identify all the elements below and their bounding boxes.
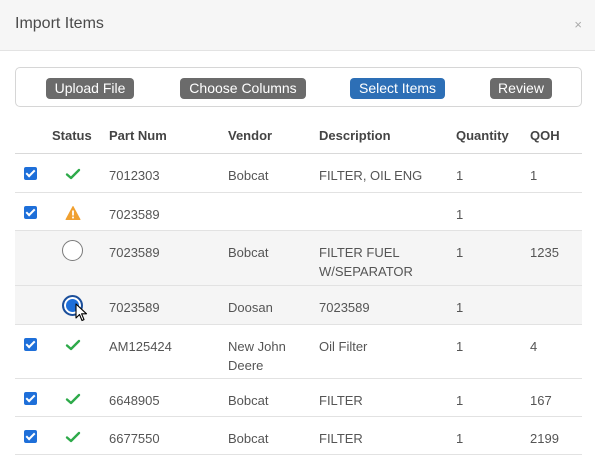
radio-button[interactable] — [62, 240, 83, 261]
description: FILTER, OIL ENG — [319, 168, 423, 183]
vendor: Bobcat — [228, 431, 269, 446]
table-header: Status Part Num Vendor Description Quant… — [15, 118, 582, 154]
quantity: 1 — [456, 300, 464, 315]
qoh: 1 — [530, 168, 538, 183]
header-qoh: QOH — [530, 128, 560, 143]
description: FILTER FUEL W/SEPARATOR — [319, 245, 413, 279]
table-row: 6677550 Bobcat FILTER 1 2199 — [15, 417, 582, 455]
description: FILTER — [319, 393, 363, 408]
table-row: 7023589 Bobcat FILTER FUEL W/SEPARATOR 1… — [15, 231, 582, 286]
vendor: Doosan — [228, 300, 273, 315]
step-upload-file[interactable]: Upload File — [46, 78, 134, 99]
table-row: 7023589 1 — [15, 193, 582, 231]
qoh: 1235 — [530, 245, 559, 260]
step-select-items[interactable]: Select Items — [350, 78, 445, 99]
qoh: 2199 — [530, 431, 559, 446]
check-icon — [65, 168, 81, 180]
table-row: 6648905 Bobcat FILTER 1 167 — [15, 379, 582, 417]
header-status: Status — [52, 128, 92, 143]
step-review[interactable]: Review — [490, 78, 552, 99]
table-row: 7023589 Doosan 7023589 1 — [15, 286, 582, 325]
step-choose-columns[interactable]: Choose Columns — [180, 78, 306, 99]
description: 7023589 — [319, 300, 370, 315]
mouse-cursor-icon — [75, 303, 88, 322]
part-num: AM125424 — [109, 339, 172, 354]
wizard-steps: Upload File Choose Columns Select Items … — [15, 67, 582, 107]
vendor: Bobcat — [228, 393, 269, 408]
qoh: 167 — [530, 393, 552, 408]
header-description: Description — [319, 128, 391, 143]
check-icon — [65, 339, 81, 351]
part-num: 6677550 — [109, 431, 160, 446]
items-table: Status Part Num Vendor Description Quant… — [15, 118, 582, 455]
quantity: 1 — [456, 207, 464, 222]
table-row: 7012303 Bobcat FILTER, OIL ENG 1 1 — [15, 154, 582, 193]
vendor: Bobcat — [228, 168, 269, 183]
description: FILTER — [319, 431, 363, 446]
row-checkbox[interactable] — [24, 392, 37, 405]
header-vendor: Vendor — [228, 128, 273, 143]
row-checkbox[interactable] — [24, 206, 37, 219]
part-num: 7023589 — [109, 207, 160, 222]
modal-header: Import Items × — [0, 0, 595, 51]
qoh: 4 — [530, 339, 538, 354]
part-num: 7023589 — [109, 300, 160, 315]
modal-title: Import Items — [15, 15, 104, 32]
header-quantity: Quantity — [456, 128, 509, 143]
quantity: 1 — [456, 168, 464, 183]
part-num: 7023589 — [109, 245, 160, 260]
quantity: 1 — [456, 339, 464, 354]
warning-icon — [65, 206, 81, 220]
check-icon — [65, 393, 81, 405]
close-button[interactable]: × — [574, 18, 582, 31]
quantity: 1 — [456, 393, 464, 408]
vendor: Bobcat — [228, 245, 269, 260]
row-checkbox[interactable] — [24, 167, 37, 180]
part-num: 6648905 — [109, 393, 160, 408]
part-num: 7012303 — [109, 168, 160, 183]
header-part-num: Part Num — [109, 128, 167, 143]
row-checkbox[interactable] — [24, 338, 37, 351]
table-row: AM125424 New John Deere Oil Filter 1 4 — [15, 325, 582, 379]
quantity: 1 — [456, 245, 464, 260]
check-icon — [65, 431, 81, 443]
quantity: 1 — [456, 431, 464, 446]
row-checkbox[interactable] — [24, 430, 37, 443]
vendor: New John Deere — [228, 339, 286, 373]
description: Oil Filter — [319, 339, 368, 354]
